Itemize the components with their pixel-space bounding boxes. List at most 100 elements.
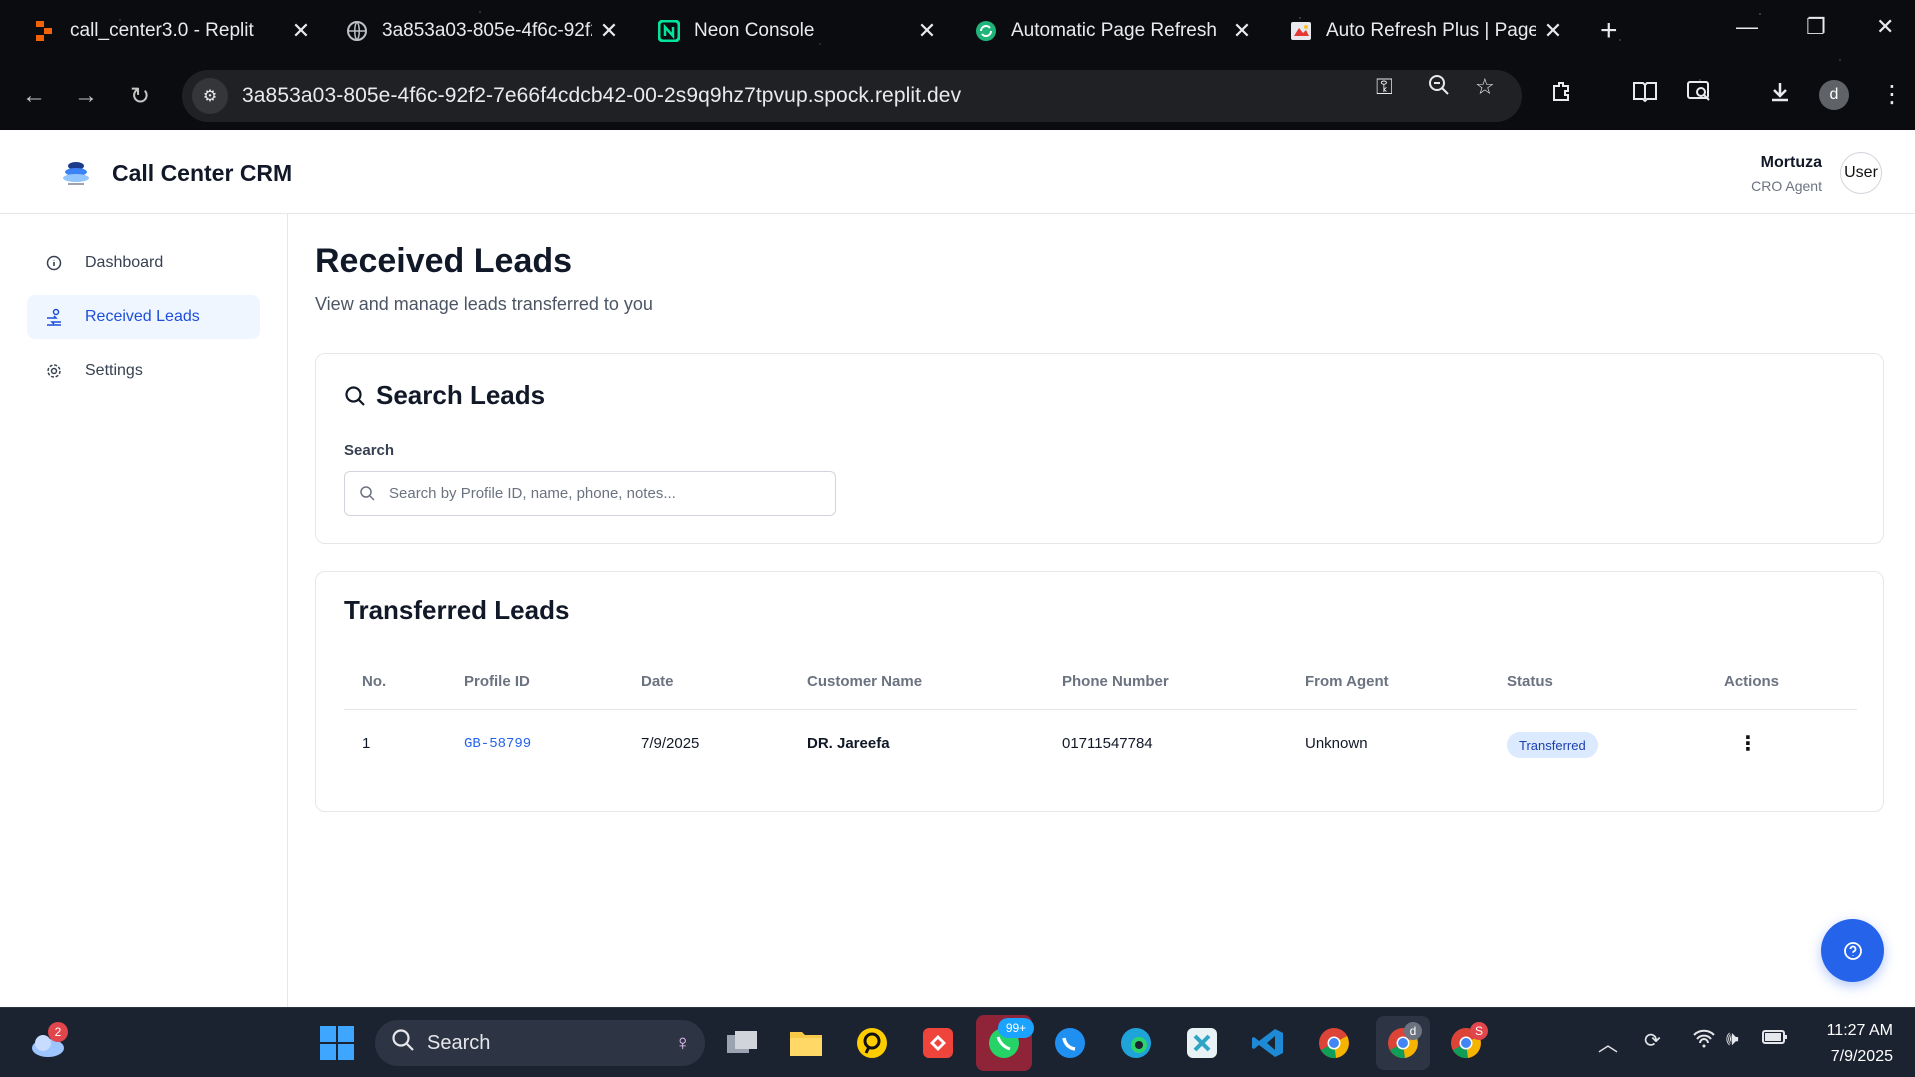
refresh-extension-icon	[975, 20, 997, 42]
skype-icon[interactable]	[1048, 1021, 1092, 1065]
search-icon	[359, 485, 377, 503]
tab-title: Auto Refresh Plus | Page M	[1326, 20, 1536, 41]
search-input-wrapper[interactable]	[344, 471, 836, 516]
sidebar-item-label: Dashboard	[85, 254, 164, 271]
xampp-icon[interactable]	[1180, 1021, 1224, 1065]
back-button[interactable]: ←	[16, 78, 52, 114]
anydesk-icon[interactable]	[916, 1021, 960, 1065]
from-agent: Unknown	[1305, 735, 1368, 752]
phone-number: 01711547784	[1062, 735, 1153, 752]
new-tab-button[interactable]: +	[1600, 14, 1618, 48]
tab-strip: call_center3.0 - Replit ✕ 3a853a03-805e-…	[0, 0, 1915, 62]
column-header[interactable]: Date	[641, 673, 674, 690]
start-button[interactable]	[315, 1021, 359, 1065]
battery-icon[interactable]	[1762, 1028, 1788, 1052]
column-header[interactable]: Status	[1507, 673, 1553, 690]
close-icon[interactable]: ✕	[288, 18, 314, 44]
chat-app-icon[interactable]	[850, 1021, 894, 1065]
restore-button[interactable]: ❐	[1806, 14, 1826, 40]
tab-title: call_center3.0 - Replit	[70, 20, 254, 41]
help-icon	[1843, 941, 1862, 960]
chrome-profile2-badge: S	[1470, 1022, 1488, 1040]
page-subtitle: View and manage leads transferred to you	[315, 294, 653, 314]
vscode-icon[interactable]	[1246, 1021, 1290, 1065]
tab-auto-refresh-plus[interactable]: Auto Refresh Plus | Page M ✕	[1290, 12, 1566, 50]
zoom-icon[interactable]	[1428, 74, 1450, 102]
chevron-up-icon[interactable]: ︿	[1598, 1028, 1618, 1057]
brand-title: Call Center CRM	[112, 160, 293, 186]
sidebar-item-dashboard[interactable]: Dashboard	[27, 241, 260, 285]
reading-mode-icon[interactable]	[1632, 80, 1658, 109]
sidebar-item-settings[interactable]: Settings	[27, 349, 260, 393]
download-icon[interactable]	[1768, 80, 1792, 111]
browser-profile-avatar[interactable]: d	[1819, 80, 1849, 110]
tab-page-refresh[interactable]: Automatic Page Refresh E ✕	[975, 12, 1255, 50]
tab-title: Automatic Page Refresh E	[1011, 20, 1221, 41]
avatar[interactable]: User	[1840, 152, 1882, 194]
sidebar: Dashboard Received Leads Settings	[0, 214, 288, 1007]
search-icon	[391, 1028, 415, 1058]
forward-button[interactable]: →	[68, 78, 104, 114]
site-info-icon[interactable]: ⚙	[192, 78, 228, 114]
sidebar-item-received-leads[interactable]: Received Leads	[27, 295, 260, 339]
search-highlight-icon: ♀	[674, 1030, 692, 1055]
key-icon[interactable]: ⚿	[1376, 74, 1393, 100]
transferred-leads-card: Transferred Leads No. Profile ID Date Cu…	[315, 571, 1884, 812]
file-explorer-icon[interactable]	[784, 1021, 828, 1065]
edge-icon[interactable]	[1114, 1021, 1158, 1065]
auto-refresh-plus-icon	[1290, 20, 1312, 42]
close-icon[interactable]: ✕	[914, 18, 940, 44]
tab-replit[interactable]: call_center3.0 - Replit ✕	[34, 12, 314, 50]
extensions-icon[interactable]	[1550, 80, 1574, 111]
reload-button[interactable]: ↻	[122, 78, 158, 114]
tab-neon[interactable]: Neon Console ✕	[658, 12, 940, 50]
close-icon[interactable]: ✕	[1229, 18, 1255, 44]
table-row[interactable]: 1 GB-58799 7/9/2025 DR. Jareefa 01711547…	[344, 710, 1857, 780]
lens-search-icon[interactable]	[1686, 80, 1712, 109]
sidebar-item-label: Settings	[85, 362, 143, 379]
table-header-row: No. Profile ID Date Customer Name Phone …	[344, 654, 1857, 710]
column-header[interactable]: Customer Name	[807, 673, 922, 690]
table-heading: Transferred Leads	[344, 595, 570, 625]
page-title: Received Leads	[315, 242, 573, 280]
search-card-heading: Search Leads	[344, 380, 545, 411]
lead-date: 7/9/2025	[641, 735, 700, 752]
whatsapp-badge: 99+	[998, 1018, 1034, 1038]
browser-chrome: call_center3.0 - Replit ✕ 3a853a03-805e-…	[0, 0, 1915, 130]
search-heading-text: Search Leads	[376, 380, 546, 410]
window-close-button[interactable]: ✕	[1876, 14, 1894, 40]
taskbar-search[interactable]: Search ♀	[375, 1020, 705, 1066]
column-header[interactable]: Profile ID	[464, 673, 530, 690]
tab-title: 3a853a03-805e-4f6c-92f2	[382, 20, 592, 41]
replit-icon	[34, 20, 56, 42]
crm-logo-icon	[58, 158, 94, 188]
address-bar[interactable]: ⚙ 3a853a03-805e-4f6c-92f2-7e66f4cdcb42-0…	[182, 70, 1522, 122]
column-header: No.	[362, 673, 387, 690]
search-input[interactable]	[389, 485, 829, 502]
bookmark-star-icon[interactable]: ☆	[1475, 74, 1495, 100]
neon-icon	[658, 20, 680, 42]
profile-id-link[interactable]: GB-58799	[464, 736, 531, 752]
clock-date[interactable]: 7/9/2025	[1831, 1048, 1893, 1066]
close-icon[interactable]: ✕	[1540, 18, 1566, 44]
column-header[interactable]: From Agent	[1305, 673, 1389, 690]
browser-toolbar: ← → ↻ ⚙ 3a853a03-805e-4f6c-92f2-7e66f4cd…	[0, 62, 1915, 130]
task-view-icon[interactable]	[720, 1021, 764, 1065]
tab-preview[interactable]: 3a853a03-805e-4f6c-92f2 ✕	[346, 12, 622, 50]
minimize-button[interactable]: —	[1736, 14, 1758, 40]
menu-icon[interactable]: ⋮	[1880, 80, 1904, 109]
tab-title: Neon Console	[694, 20, 815, 41]
chrome-icon[interactable]	[1312, 1021, 1356, 1065]
close-icon[interactable]: ✕	[596, 18, 622, 44]
url-text[interactable]: 3a853a03-805e-4f6c-92f2-7e66f4cdcb42-00-…	[242, 84, 961, 108]
chrome-profile-icon[interactable]	[1376, 1016, 1430, 1070]
column-header[interactable]: Phone Number	[1062, 673, 1169, 690]
sidebar-item-label: Received Leads	[85, 308, 200, 325]
volume-icon[interactable]: 🕪	[1726, 1028, 1739, 1051]
wifi-icon[interactable]	[1692, 1028, 1716, 1054]
help-button[interactable]	[1821, 919, 1884, 982]
row-actions-menu-icon[interactable]: ⋮	[1736, 728, 1760, 758]
chrome-profile-badge: d	[1404, 1022, 1422, 1040]
sync-icon[interactable]: ⟳	[1644, 1028, 1661, 1053]
clock-time[interactable]: 11:27 AM	[1827, 1022, 1893, 1040]
